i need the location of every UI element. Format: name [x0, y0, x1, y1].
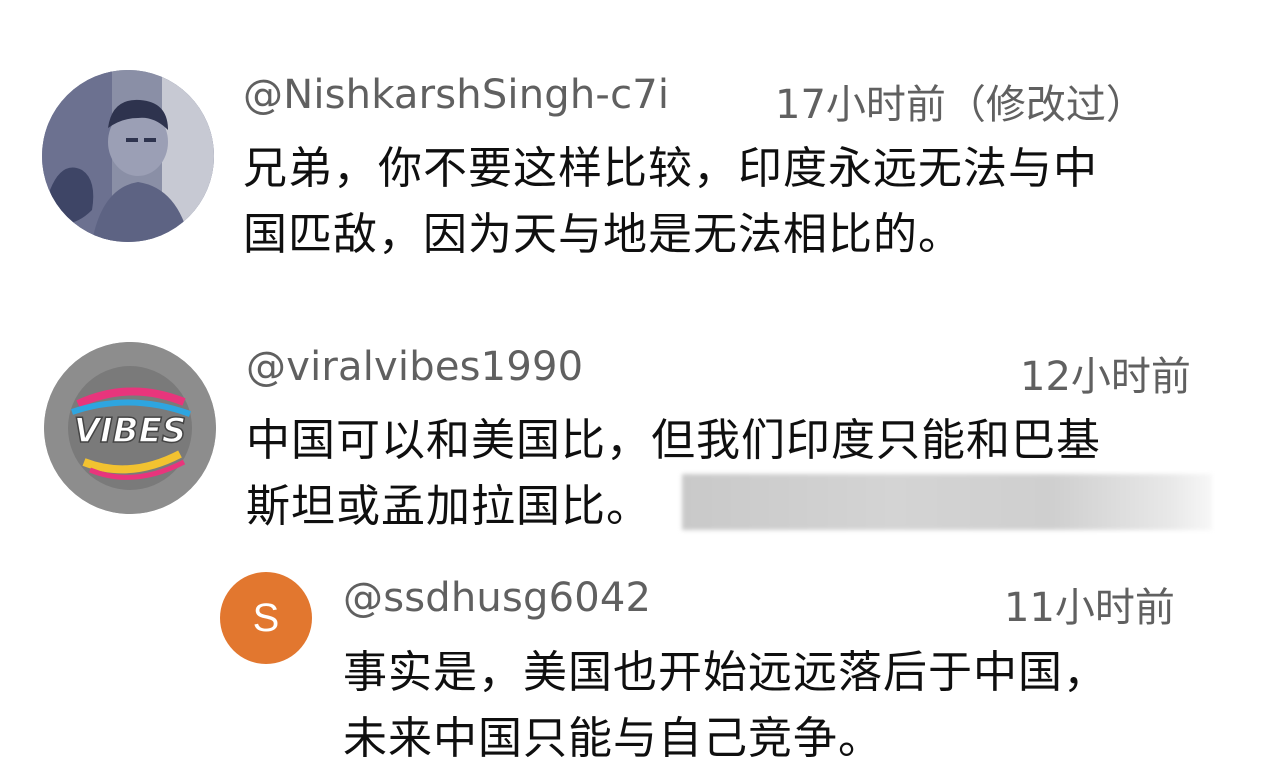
reply-text-line: 未来中国只能与自己竞争。: [343, 713, 883, 764]
reply-text-line: 事实是，美国也开始远远落后于中国，: [343, 647, 1108, 698]
avatar-letter: S: [252, 595, 280, 640]
reply-text: 事实是，美国也开始远远落后于中国， 未来中国只能与自己竞争。: [343, 640, 1223, 772]
reply-1: S @ssdhusg6042 11小时前 事实是，美国也开始远远落后于中国， 未…: [0, 0, 1280, 765]
reply-timestamp: 11小时前: [1004, 585, 1175, 631]
reply-author[interactable]: @ssdhusg6042: [343, 575, 651, 621]
avatar[interactable]: S: [220, 572, 312, 664]
